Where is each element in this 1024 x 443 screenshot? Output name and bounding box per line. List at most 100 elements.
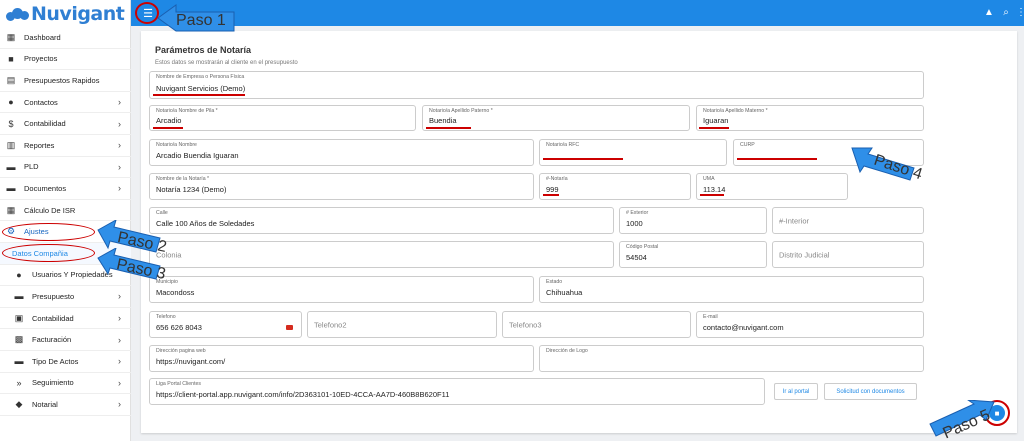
mexico-flag-icon[interactable]: [286, 325, 293, 330]
rfc-field[interactable]: Notario/a RFC: [539, 139, 727, 166]
sidebar-item-pld[interactable]: ▬ PLD ›: [0, 157, 131, 179]
underline-annotation: [153, 94, 245, 96]
sidebar-item-facturacion[interactable]: ▩ Facturación ›: [0, 329, 131, 351]
chevron-right-icon: ›: [118, 377, 121, 388]
briefcase-icon: ■: [8, 53, 14, 64]
underline-annotation: [700, 194, 724, 196]
estado-field[interactable]: Estado Chihuahua: [539, 276, 924, 303]
person-icon: ●: [8, 97, 14, 108]
telefono-field[interactable]: Telefono 656 626 8043: [149, 311, 302, 338]
sidebar-item-presupuestos-rapidos[interactable]: ▤ Presupuestos Rapidos: [0, 70, 131, 92]
underline-annotation: [543, 194, 559, 196]
folder-icon: ▬: [6, 161, 16, 172]
calle-field[interactable]: Calle Calle 100 Años de Soledades: [149, 207, 614, 234]
main-content: Parámetros de Notaría Estos datos se mos…: [131, 26, 1024, 441]
sidebar-item-contabilidad-sub[interactable]: ▣ Contabilidad ›: [0, 308, 131, 330]
sidebar-item-label: Contabilidad: [32, 313, 74, 323]
sidebar-item-dashboard[interactable]: ▦ Dashboard: [0, 27, 131, 49]
folder-icon: ▬: [14, 356, 24, 367]
folder-icon: ▬: [6, 183, 16, 194]
chevron-right-icon: ›: [118, 183, 121, 194]
sidebar-item-label: Presupuesto: [32, 291, 75, 301]
apellido-materno-field[interactable]: Notario/a Apellido Materno * Iguaran: [696, 105, 924, 131]
logo[interactable]: Nuvigant: [6, 3, 125, 25]
sidebar-item-calculo-isr[interactable]: ▦ Cálculo De ISR: [0, 200, 131, 222]
sidebar-item-label: Proyectos: [24, 54, 58, 64]
sidebar-item-label: Reportes: [24, 140, 55, 150]
underline-annotation: [737, 158, 817, 160]
telefono2-field[interactable]: Telefono2: [307, 311, 497, 338]
sidebar-item-documentos[interactable]: ▬ Documentos ›: [0, 178, 131, 200]
codigo-postal-field[interactable]: Código Postal 54504: [619, 241, 767, 268]
sidebar-item-tipo-actos[interactable]: ▬ Tipo De Actos ›: [0, 351, 131, 373]
calculator-icon: ▦: [6, 204, 16, 215]
num-exterior-field[interactable]: # Exterior 1000: [619, 207, 767, 234]
underline-annotation: [426, 127, 471, 129]
dollar-icon: $: [8, 118, 14, 129]
chevron-right-icon: ›: [118, 399, 121, 410]
search-icon[interactable]: ⌕: [1000, 6, 1012, 18]
page-subtitle: Estos datos se mostrarán al cliente en e…: [155, 60, 298, 66]
nombre-pila-field[interactable]: Notario/a Nombre de Pila * Arcadio: [149, 105, 416, 131]
chevron-right-icon: ›: [118, 161, 121, 172]
sidebar-item-contabilidad[interactable]: $ Contabilidad ›: [0, 113, 131, 135]
chevron-right-icon: ›: [118, 97, 121, 108]
topbar: ☰ ▲ ⌕ ⋮: [131, 0, 1024, 26]
notario-nombre-field[interactable]: Notario/a Nombre Arcadio Buendia Iguaran: [149, 139, 534, 166]
telefono3-field[interactable]: Telefono3: [502, 311, 691, 338]
logo-mark-icon: [6, 6, 30, 22]
chevron-right-icon: ›: [118, 140, 121, 151]
ir-al-portal-button[interactable]: Ir al portal: [774, 383, 818, 400]
sidebar-item-label: Documentos: [24, 183, 67, 193]
sidebar-item-label: Dashboard: [24, 32, 61, 42]
highlight-ellipse: [2, 223, 95, 241]
web-field[interactable]: Dirección pagina web https://nuvigant.co…: [149, 345, 534, 372]
sidebar-item-presupuesto[interactable]: ▬ Presupuesto ›: [0, 286, 131, 308]
settings-card: Parámetros de Notaría Estos datos se mos…: [141, 31, 1017, 433]
sidebar-item-label: Seguimiento: [32, 378, 74, 388]
sidebar-item-label: Notarial: [32, 399, 58, 409]
num-notaria-field[interactable]: #-Notaría 999: [539, 173, 691, 200]
folder-icon: ▬: [14, 291, 24, 302]
chevron-right-icon: ›: [118, 356, 121, 367]
sidebar-item-reportes[interactable]: ▥ Reportes ›: [0, 135, 131, 157]
solicitud-documentos-button[interactable]: Solicitud con documentos: [824, 383, 917, 400]
chart-icon: ▥: [6, 139, 16, 150]
annotation-label: Paso 1: [176, 12, 226, 29]
sidebar-item-label: PLD: [24, 162, 39, 172]
liga-portal-field[interactable]: Liga Portal Clientes https://client-port…: [149, 378, 765, 405]
num-interior-field[interactable]: #-Interior: [772, 207, 924, 234]
underline-annotation: [543, 158, 623, 160]
page-title: Parámetros de Notaría: [155, 45, 252, 55]
colonia-field[interactable]: Colonia: [149, 241, 614, 268]
sidebar-item-label: Cálculo De ISR: [24, 205, 76, 215]
sidebar-item-seguimiento[interactable]: » Seguimiento ›: [0, 373, 131, 395]
sidebar-item-contactos[interactable]: ● Contactos ›: [0, 92, 131, 114]
document-icon: ▤: [6, 74, 16, 85]
sidebar-item-proyectos[interactable]: ■ Proyectos: [0, 49, 131, 71]
distrito-judicial-field[interactable]: Distrito Judicial: [772, 241, 924, 268]
fast-forward-icon: »: [16, 377, 22, 388]
sidebar-item-label: Contabilidad: [24, 119, 66, 129]
nombre-notaria-field[interactable]: Nombre de la Notaría * Notaría 1234 (Dem…: [149, 173, 534, 200]
sidebar-item-notarial[interactable]: ◆ Notarial ›: [0, 394, 131, 416]
underline-annotation: [153, 127, 183, 129]
municipio-field[interactable]: Municipio Macondoss: [149, 276, 534, 303]
chevron-right-icon: ›: [118, 291, 121, 302]
underline-annotation: [699, 127, 729, 129]
chevron-right-icon: ›: [118, 334, 121, 345]
empresa-field[interactable]: Nombre de Empresa o Persona Física Nuvig…: [149, 71, 924, 99]
chevron-right-icon: ›: [118, 313, 121, 324]
more-vert-icon[interactable]: ⋮: [1015, 6, 1024, 18]
sidebar-item-label: Tipo De Actos: [32, 356, 79, 366]
sidebar-item-label: Facturación: [32, 335, 72, 345]
box-icon: ◆: [15, 398, 23, 409]
person-icon: ●: [16, 269, 22, 280]
sidebar-item-label: Presupuestos Rapidos: [24, 75, 100, 85]
email-field[interactable]: E-mail contacto@nuvigant.com: [696, 311, 924, 338]
bell-icon[interactable]: ▲: [983, 6, 995, 18]
chevron-right-icon: ›: [118, 118, 121, 129]
logo-field[interactable]: Dirección de Logo: [539, 345, 924, 372]
dashboard-icon: ▦: [6, 31, 16, 42]
sidebar-item-label: Contactos: [24, 97, 58, 107]
